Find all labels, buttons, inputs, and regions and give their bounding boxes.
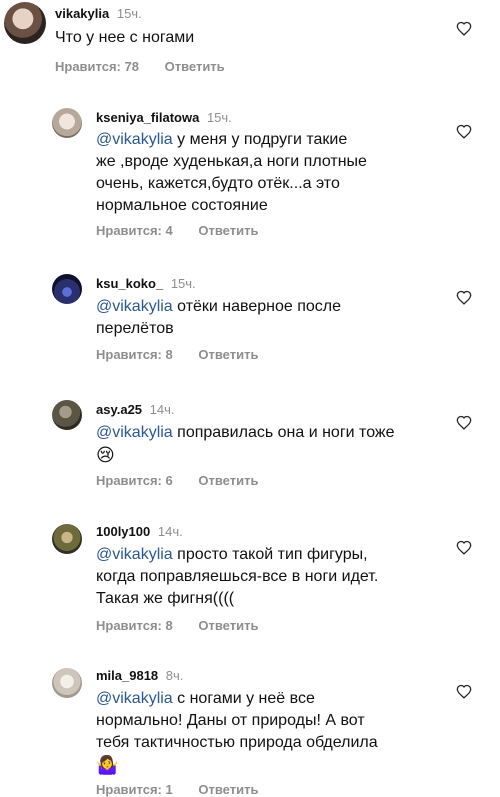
timestamp: 14ч. [157,524,183,539]
username[interactable]: 100ly100 [96,524,150,539]
heart-outline-icon[interactable] [456,415,472,430]
comment-actions: Нравится: 4 Ответить [96,223,258,238]
comment-meta: mila_9818 8ч. [96,668,183,683]
reply-button[interactable]: Ответить [198,347,258,362]
heart-outline-icon[interactable] [456,290,472,305]
username[interactable]: asy.a25 [96,402,142,417]
likes-count[interactable]: Нравится: 78 [55,59,139,74]
reply-button[interactable]: Ответить [198,618,258,633]
reply-comment: mila_9818 8ч. @vikakylia с ногами у неё … [0,662,500,797]
heart-outline-icon[interactable] [456,540,472,555]
timestamp: 15ч. [170,276,196,291]
reply-button[interactable]: Ответить [165,59,225,74]
comment-meta: 100ly100 14ч. [96,524,183,539]
reply-button[interactable]: Ответить [198,223,258,238]
heart-outline-icon[interactable] [456,124,472,139]
comment-text: @vikakylia у меня у подруги такие же ,вр… [96,129,367,217]
avatar[interactable] [52,524,82,554]
text-line: нормально! Даны от природы! А вот [96,712,365,729]
timestamp: 15ч. [116,6,142,21]
mention-link[interactable]: @vikakylia [96,546,173,563]
username[interactable]: mila_9818 [96,668,158,683]
comment-actions: Нравится: 8 Ответить [96,347,258,362]
text-line: же ,вроде худенькая,а ноги плотные [96,153,367,170]
comment-main: vikakylia 15ч. Что у нее с ногами Нравит… [0,0,500,90]
likes-count[interactable]: Нравится: 6 [96,473,173,488]
text-line: поправилась она и ноги тоже [172,424,395,441]
text-line: нормальное состояние [96,197,268,214]
username[interactable]: ksu_koko_ [96,276,163,291]
mention-link[interactable]: @vikakylia [96,131,173,148]
likes-count[interactable]: Нравится: 8 [96,347,173,362]
crying-emoji: 😢 [96,445,115,465]
comment-text: @vikakylia поправилась она и ноги тоже 😢 [96,422,395,468]
avatar[interactable] [52,400,82,430]
comment-meta: kseniya_filatowa 15ч. [96,110,232,125]
username[interactable]: vikakylia [55,6,109,21]
mention-link[interactable]: @vikakylia [96,298,173,315]
comment-meta: ksu_koko_ 15ч. [96,276,196,291]
shrug-emoji: 🤷‍♀️ [96,755,119,775]
mention-link[interactable]: @vikakylia [96,690,173,707]
comment-actions: Нравится: 78 Ответить [55,59,225,74]
comment-meta: vikakylia 15ч. [55,6,142,21]
text-line: у меня у подруги такие [172,131,348,148]
reply-comment: ksu_koko_ 15ч. @vikakylia отёки наверное… [0,268,500,368]
text-line: когда поправляешься-все в ноги идет. [96,568,379,585]
comment-actions: Нравится: 6 Ответить [96,473,258,488]
text-line: перелётов [96,320,174,337]
heart-outline-icon[interactable] [456,684,472,699]
text-line: просто такой тип фигуры, [172,546,368,563]
reply-button[interactable]: Ответить [198,473,258,488]
text-line: с ногами у неё все [172,690,315,707]
text-line: Такая же фигня(((( [96,590,235,607]
avatar[interactable] [52,108,82,138]
comment-meta: asy.a25 14ч. [96,402,175,417]
likes-count[interactable]: Нравится: 8 [96,618,173,633]
comment-actions: Нравится: 8 Ответить [96,618,258,633]
comment-text: @vikakylia просто такой тип фигуры, когд… [96,544,378,610]
avatar[interactable] [52,668,82,698]
likes-count[interactable]: Нравится: 4 [96,223,173,238]
reply-comment: asy.a25 14ч. @vikakylia поправилась она … [0,394,500,494]
heart-outline-icon[interactable] [456,21,472,36]
text-line: отёки наверное после [172,298,342,315]
text-line: очень, кажется,будто отёк...а это [96,175,340,192]
avatar[interactable] [4,2,46,44]
comment-text: Что у нее с ногами [55,29,195,46]
timestamp: 15ч. [206,110,232,125]
comment-text: @vikakylia с ногами у неё все нормально!… [96,688,378,778]
text-line: тебя тактичностью природа обделила [96,734,378,751]
username[interactable]: kseniya_filatowa [96,110,199,125]
reply-comment: 100ly100 14ч. @vikakylia просто такой ти… [0,518,500,638]
reply-comment: kseniya_filatowa 15ч. @vikakylia у меня … [0,100,500,240]
mention-link[interactable]: @vikakylia [96,424,173,441]
comment-text: @vikakylia отёки наверное после перелёто… [96,296,341,340]
avatar[interactable] [52,274,82,304]
timestamp: 14ч. [149,402,175,417]
timestamp: 8ч. [165,668,184,683]
